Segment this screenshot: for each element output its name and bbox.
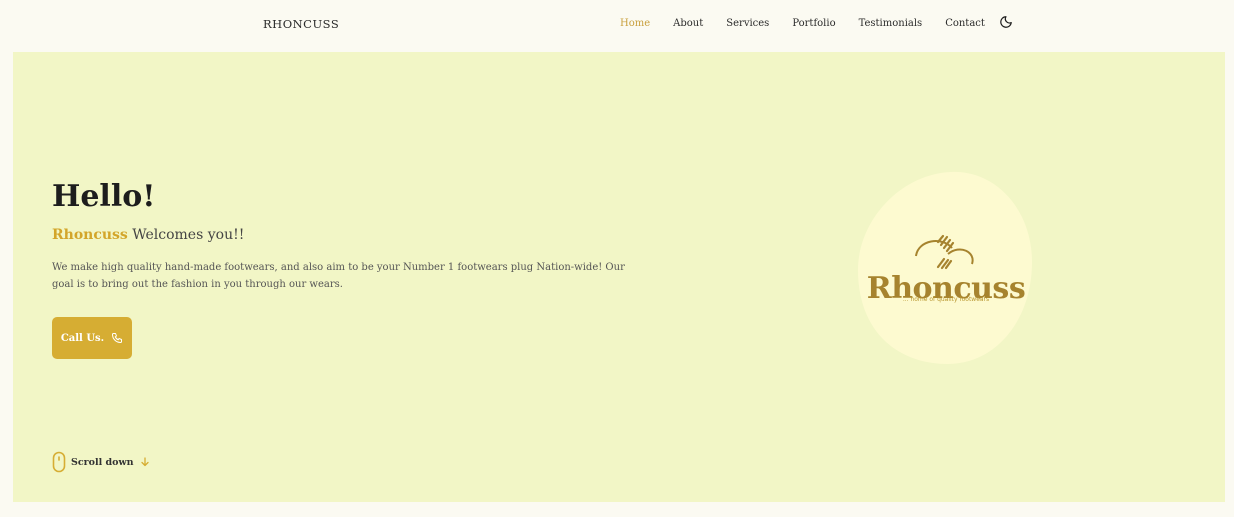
- nav-testimonials[interactable]: Testimonials: [859, 18, 923, 29]
- main-nav: Home About Services Portfolio Testimonia…: [620, 15, 1013, 29]
- hero-subtitle-text: Welcomes you!!: [132, 227, 245, 243]
- logo-tagline: ... home of quality footwears: [902, 296, 990, 303]
- brand-name[interactable]: RHONCUSS: [263, 17, 339, 31]
- hero-section: Hello! Rhoncuss Welcomes you!! We make h…: [13, 52, 1225, 502]
- phone-icon: [112, 333, 123, 343]
- nav-portfolio[interactable]: Portfolio: [792, 18, 835, 29]
- hero-subtitle: Rhoncuss Welcomes you!!: [52, 227, 244, 243]
- top-nav-bar: RHONCUSS Home About Services Portfolio T…: [0, 0, 1234, 50]
- hero-logo: Rhoncuss ... home of quality footwears: [856, 170, 1036, 366]
- nav-contact[interactable]: Contact: [945, 18, 985, 29]
- call-us-button[interactable]: Call Us.: [52, 317, 132, 359]
- hero-title: Hello!: [52, 179, 156, 214]
- scroll-down-link[interactable]: Scroll down: [52, 451, 150, 473]
- hero-subtitle-brand: Rhoncuss: [52, 227, 128, 243]
- hero-description: We make high quality hand-made footwears…: [52, 262, 625, 290]
- nav-home[interactable]: Home: [620, 18, 650, 29]
- call-us-label: Call Us.: [60, 332, 105, 344]
- scroll-down-label: Scroll down: [71, 456, 134, 468]
- nav-services[interactable]: Services: [726, 18, 769, 29]
- nav-about[interactable]: About: [673, 18, 703, 29]
- logo-emblem-icon: [915, 234, 974, 270]
- mouse-icon: [52, 451, 66, 473]
- moon-icon[interactable]: [999, 15, 1013, 29]
- arrow-down-icon: [140, 457, 149, 467]
